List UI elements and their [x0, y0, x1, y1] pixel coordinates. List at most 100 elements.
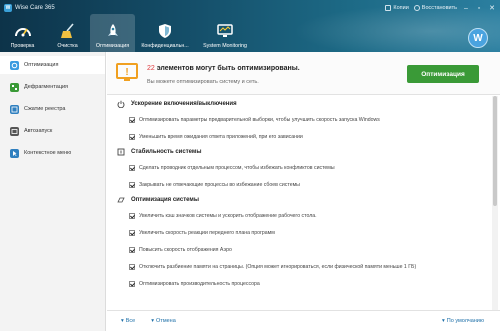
option-checkbox[interactable]	[129, 280, 135, 287]
option-label: Оптимизировать производительность процес…	[139, 280, 260, 287]
user-avatar[interactable]: W	[468, 28, 488, 48]
rocket-icon	[103, 22, 123, 40]
copy-icon	[385, 5, 392, 11]
nav-optimize[interactable]: Оптимизация	[90, 14, 135, 52]
chevron-down-icon: ▾	[121, 318, 124, 324]
nav-privacy[interactable]: Конфиденциальн...	[135, 14, 195, 52]
chevron-down-icon: ▾	[442, 318, 445, 324]
copy-button[interactable]: Копии	[385, 5, 409, 11]
option-row: Увеличить кэш значков системы и ускорить…	[107, 207, 491, 224]
maximize-button[interactable]: ▫	[475, 5, 483, 12]
option-label: Увеличить кэш значков системы и ускорить…	[139, 212, 317, 219]
status-banner: ! 22 элементов могут быть оптимизированы…	[107, 52, 500, 95]
power-icon	[117, 100, 125, 108]
section-title: Оптимизация системы	[131, 197, 199, 203]
sidebar-item-startup[interactable]: Автозапуск	[0, 122, 105, 140]
option-label: Повысить скорость отображения Аэро	[139, 246, 232, 253]
gauge-icon	[13, 22, 33, 40]
app-logo-icon: W	[4, 4, 12, 12]
title-bar: W Wise Care 365	[4, 3, 55, 13]
sidebar-item-label: Сжатие реестра	[24, 106, 66, 112]
close-button[interactable]: ✕	[488, 4, 496, 12]
option-label: Закрывать не отвечающие процессы во избе…	[139, 181, 300, 188]
banner-title: 22 элементов могут быть оптимизированы.	[147, 65, 300, 72]
banner-title-text: элементов могут быть оптимизированы.	[154, 65, 300, 72]
monitor-icon	[215, 22, 235, 40]
option-label: Увеличить скорость реакции переднего пла…	[139, 229, 275, 236]
main-nav: Проверка Очистка Оптимизация Конфиденциа…	[0, 14, 255, 52]
section-title: Ускорение включения/выключения	[131, 101, 237, 107]
chevron-down-icon: ▾	[151, 318, 155, 324]
sidebar-item-label: Контекстное меню	[24, 150, 72, 156]
section-title: Стабильность системы	[131, 149, 202, 155]
section-header: Стабильность системы	[107, 145, 491, 159]
default-link[interactable]: ▾ По умолчанию	[442, 318, 484, 324]
title-bar-controls: Копии Восстановить ‒ ▫ ✕	[385, 3, 496, 13]
option-checkbox[interactable]	[129, 263, 135, 270]
option-checkbox[interactable]	[129, 116, 135, 123]
option-label: Сделать проводник отдельным процессом, ч…	[139, 164, 335, 171]
nav-clean-label: Очистка	[57, 43, 78, 49]
option-label: Оптимизировать параметры предварительной…	[139, 116, 380, 123]
broom-icon	[58, 22, 78, 40]
sidebar-item-context-menu[interactable]: Контекстное меню	[0, 144, 105, 162]
select-none-label: Отмена	[156, 318, 176, 324]
option-row: Увеличить скорость реакции переднего пла…	[107, 224, 491, 241]
sidebar: Оптимизация Дефрагментация Сжатие реестр…	[0, 52, 106, 331]
select-all-link[interactable]: ▾ Все	[121, 318, 135, 324]
footer-bar: ▾ Все ▾ Отмена ▾ По умолчанию	[107, 310, 500, 331]
option-row: Сделать проводник отдельным процессом, ч…	[107, 159, 491, 176]
main-panel: ! 22 элементов могут быть оптимизированы…	[107, 52, 500, 331]
scrollbar-thumb[interactable]	[493, 96, 497, 206]
option-checkbox[interactable]	[129, 164, 135, 171]
select-all-label: Все	[125, 318, 136, 324]
option-label: Уменьшить время ожидания ответа приложен…	[139, 133, 303, 140]
option-checkbox[interactable]	[129, 181, 135, 188]
restore-label: Восстановить	[421, 5, 457, 11]
app-title: Wise Care 365	[15, 5, 55, 11]
option-checkbox[interactable]	[129, 229, 135, 236]
option-checkbox[interactable]	[129, 212, 135, 219]
section-header: Оптимизация системы	[107, 193, 491, 207]
issue-count: 22	[147, 65, 155, 72]
shield-icon	[155, 22, 175, 40]
nav-monitoring[interactable]: System Monitoring	[195, 14, 255, 52]
option-label: Отключить разбиение памяти на страницы. …	[139, 263, 417, 270]
scrollbar[interactable]	[492, 96, 498, 310]
sidebar-item-label: Автозапуск	[24, 128, 53, 134]
registry-icon	[10, 104, 19, 114]
restore-icon	[413, 5, 420, 11]
copy-label: Копии	[393, 5, 409, 11]
nav-optimize-label: Оптимизация	[95, 43, 130, 49]
section-header: Ускорение включения/выключения	[107, 97, 491, 111]
option-row: Оптимизировать производительность процес…	[107, 275, 491, 292]
option-row: Закрывать не отвечающие процессы во избе…	[107, 176, 491, 193]
select-none-link[interactable]: ▾ Отмена	[151, 318, 176, 324]
optimization-list: Ускорение включения/выключения Оптимизир…	[107, 96, 491, 310]
sidebar-item-optimize[interactable]: Оптимизация	[0, 56, 105, 74]
optimize-button[interactable]: Оптимизация	[407, 65, 479, 83]
nav-clean[interactable]: Очистка	[45, 14, 90, 52]
optimize-icon	[10, 60, 19, 70]
sidebar-item-label: Оптимизация	[24, 62, 59, 68]
monitor-warning-icon: !	[116, 63, 138, 85]
speed-icon	[117, 196, 125, 204]
sidebar-item-defrag[interactable]: Дефрагментация	[0, 78, 105, 96]
defrag-icon	[10, 82, 19, 92]
option-row: Оптимизировать параметры предварительной…	[107, 111, 491, 128]
context-menu-icon	[10, 148, 19, 158]
option-checkbox[interactable]	[129, 246, 135, 253]
nav-check[interactable]: Проверка	[0, 14, 45, 52]
restore-button[interactable]: Восстановить	[413, 5, 457, 11]
stability-icon	[117, 148, 125, 156]
default-label: По умолчанию	[446, 318, 484, 324]
minimize-button[interactable]: ‒	[462, 5, 470, 12]
option-row: Отключить разбиение памяти на страницы. …	[107, 258, 491, 275]
svg-text:!: !	[125, 67, 128, 78]
option-checkbox[interactable]	[129, 133, 135, 140]
sidebar-item-registry[interactable]: Сжатие реестра	[0, 100, 105, 118]
option-row: Уменьшить время ожидания ответа приложен…	[107, 128, 491, 145]
nav-privacy-label: Конфиденциальн...	[141, 43, 189, 49]
banner-subtitle: Вы можете оптимизировать систему и сеть.	[147, 79, 259, 85]
nav-monitoring-label: System Monitoring	[203, 43, 247, 49]
